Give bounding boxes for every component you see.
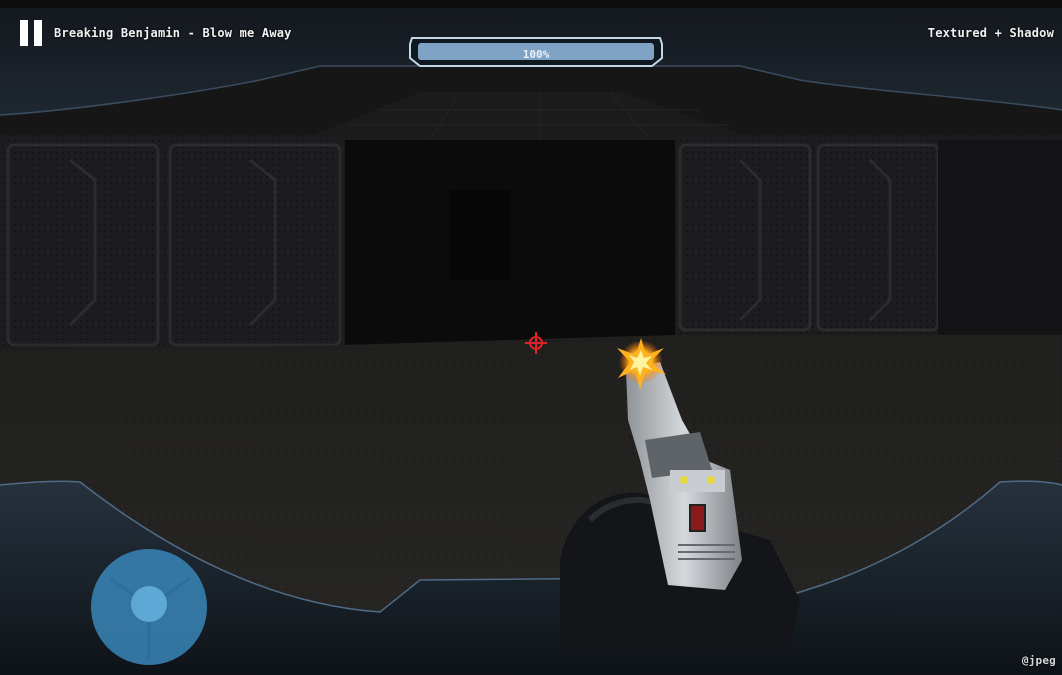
render-mode-toggle[interactable]: Textured + Shadow xyxy=(928,26,1054,40)
joystick-icon[interactable] xyxy=(90,548,208,666)
track-title: Breaking Benjamin - Blow me Away xyxy=(54,26,292,40)
game-viewport[interactable]: 100% Breaking Benjamin - Blow me Away Te… xyxy=(0,0,1062,675)
pause-button[interactable] xyxy=(20,20,44,46)
credit-tag: @jpeg xyxy=(1021,654,1056,667)
health-bar: 100% xyxy=(408,36,664,68)
pause-icon xyxy=(20,20,28,46)
crosshair-icon xyxy=(525,332,547,354)
pause-icon-bar xyxy=(34,20,42,46)
joystick-knob[interactable] xyxy=(131,586,167,622)
health-value: 100% xyxy=(522,48,550,61)
